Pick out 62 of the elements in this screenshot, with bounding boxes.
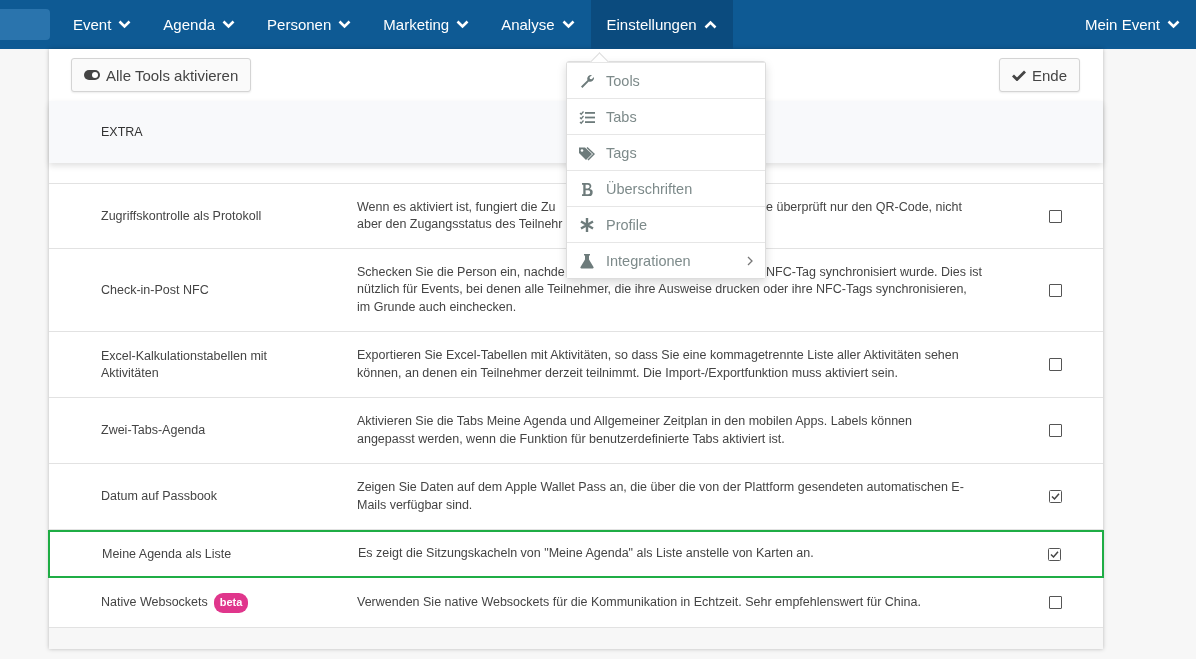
chevron-icon	[1167, 20, 1180, 29]
feature-name: Check-in-Post NFC	[101, 281, 209, 299]
feature-description: Es zeigt die Sitzungskacheln von "Meine Agenda" als Liste anstelle von Karten an.	[358, 545, 814, 563]
beta-badge: beta	[213, 592, 249, 613]
feature-description: können, an denen ein Teilnehmer derzeit teilnimmt. Die Import-/Exportfunktion muss aktiviert sein.	[357, 364, 898, 382]
nav-menu[interactable]: Personen	[251, 0, 368, 49]
checklist-icon	[579, 108, 595, 125]
feature-description: Schecken Sie die Person ein, nachde	[357, 263, 566, 281]
feature-description: im Grunde auch einchecken.	[357, 298, 517, 316]
feature-name: Zwei-Tabs-Agenda	[101, 422, 206, 439]
toggle-icon	[84, 70, 100, 80]
search-field[interactable]	[0, 9, 50, 40]
checkbox[interactable]	[1049, 283, 1062, 297]
feature-description: Exportieren Sie Excel-Tabellen mit Aktivitäten, so dass Sie eine kommagetrennte Liste aller Aktivitäten sehen	[357, 347, 959, 364]
feature-description: Verwenden Sie native Websockets für die Kommunikation in Echtzeit. Sehr empfehlenswert für China.	[357, 593, 921, 611]
feature-description: nützlich für Events, bei denen alle Teilnehmer, die ihre Ausweise drucken oder ihre NFC-Tags synchronisieren,	[357, 281, 967, 299]
feature-description: Zeigen Sie Daten auf dem Apple Wallet Pass an, die über die von der Plattform gesendeten automatischen E-	[357, 479, 964, 496]
feature-description: Wenn es aktiviert ist, fungiert die Zu	[357, 198, 557, 216]
activate-all-button[interactable]: Alle Tools aktivieren	[71, 58, 252, 92]
feature-name: Zugriffskontrolle als Protokoll	[101, 207, 262, 225]
menu-item[interactable]: Tags	[567, 134, 765, 170]
chevron-icon	[222, 20, 236, 29]
nav-menu[interactable]: Marketing	[367, 0, 486, 49]
feature-description: aber den Zugangsstatus des Teilnehr	[357, 216, 563, 233]
menu-item[interactable]: Tools	[567, 62, 765, 98]
feature-name: Datum auf Passbook	[101, 488, 218, 505]
bold-icon	[579, 180, 595, 197]
menu-item[interactable]: Tabs	[567, 98, 765, 134]
checkbox[interactable]	[1049, 209, 1062, 223]
checkbox[interactable]	[1049, 424, 1062, 437]
checkbox[interactable]	[1048, 547, 1061, 561]
feature-description: NFC-Tag synchronisiert wurde. Dies ist	[766, 263, 983, 281]
feature-name: Excel-Kalkulationstabellen mit Aktivitäten	[101, 347, 269, 382]
feature-description: angepasst werden, wenn die Funktion für benutzerdefinierte Tabs aktiviert ist.	[357, 430, 785, 448]
feature-description: Mails verfügbar sind.	[357, 496, 473, 514]
nav-menu[interactable]: Analyse	[485, 0, 591, 49]
chevron-icon	[118, 20, 132, 29]
asterisk-icon	[579, 216, 595, 233]
account-menu[interactable]: Mein Event	[1068, 0, 1196, 49]
menu-item[interactable]: Profile	[567, 206, 765, 242]
nav-menu[interactable]: Agenda	[147, 0, 252, 49]
nav-menu[interactable]: Event	[57, 0, 148, 49]
wrench-icon	[579, 72, 595, 89]
chevron-icon	[338, 20, 352, 29]
feature-name: Native Websockets	[101, 594, 208, 611]
chevron-icon	[456, 20, 470, 29]
done-button[interactable]: Ende	[998, 58, 1080, 92]
feature-description: Aktivieren Sie die Tabs Meine Agenda und Allgemeiner Zeitplan in den mobilen Apps. Labels können	[357, 413, 912, 430]
chevron-icon	[703, 20, 717, 29]
checkbox[interactable]	[1049, 358, 1062, 371]
chevron-icon	[561, 20, 575, 29]
checkbox[interactable]	[1049, 596, 1062, 609]
section-title: EXTRA	[101, 125, 143, 139]
menu-item[interactable]: Integrationen	[567, 242, 765, 278]
nav-menu[interactable]: Einstellungen	[590, 0, 733, 49]
flask-icon	[579, 252, 595, 269]
feature-name: Meine Agenda als Liste	[102, 545, 232, 563]
menu-item[interactable]: Überschriften	[567, 170, 765, 206]
checkbox[interactable]	[1049, 490, 1062, 503]
feature-description: e überprüft nur den QR-Code, nicht	[766, 198, 962, 216]
check-icon	[1011, 69, 1026, 81]
tags-icon	[579, 144, 595, 161]
